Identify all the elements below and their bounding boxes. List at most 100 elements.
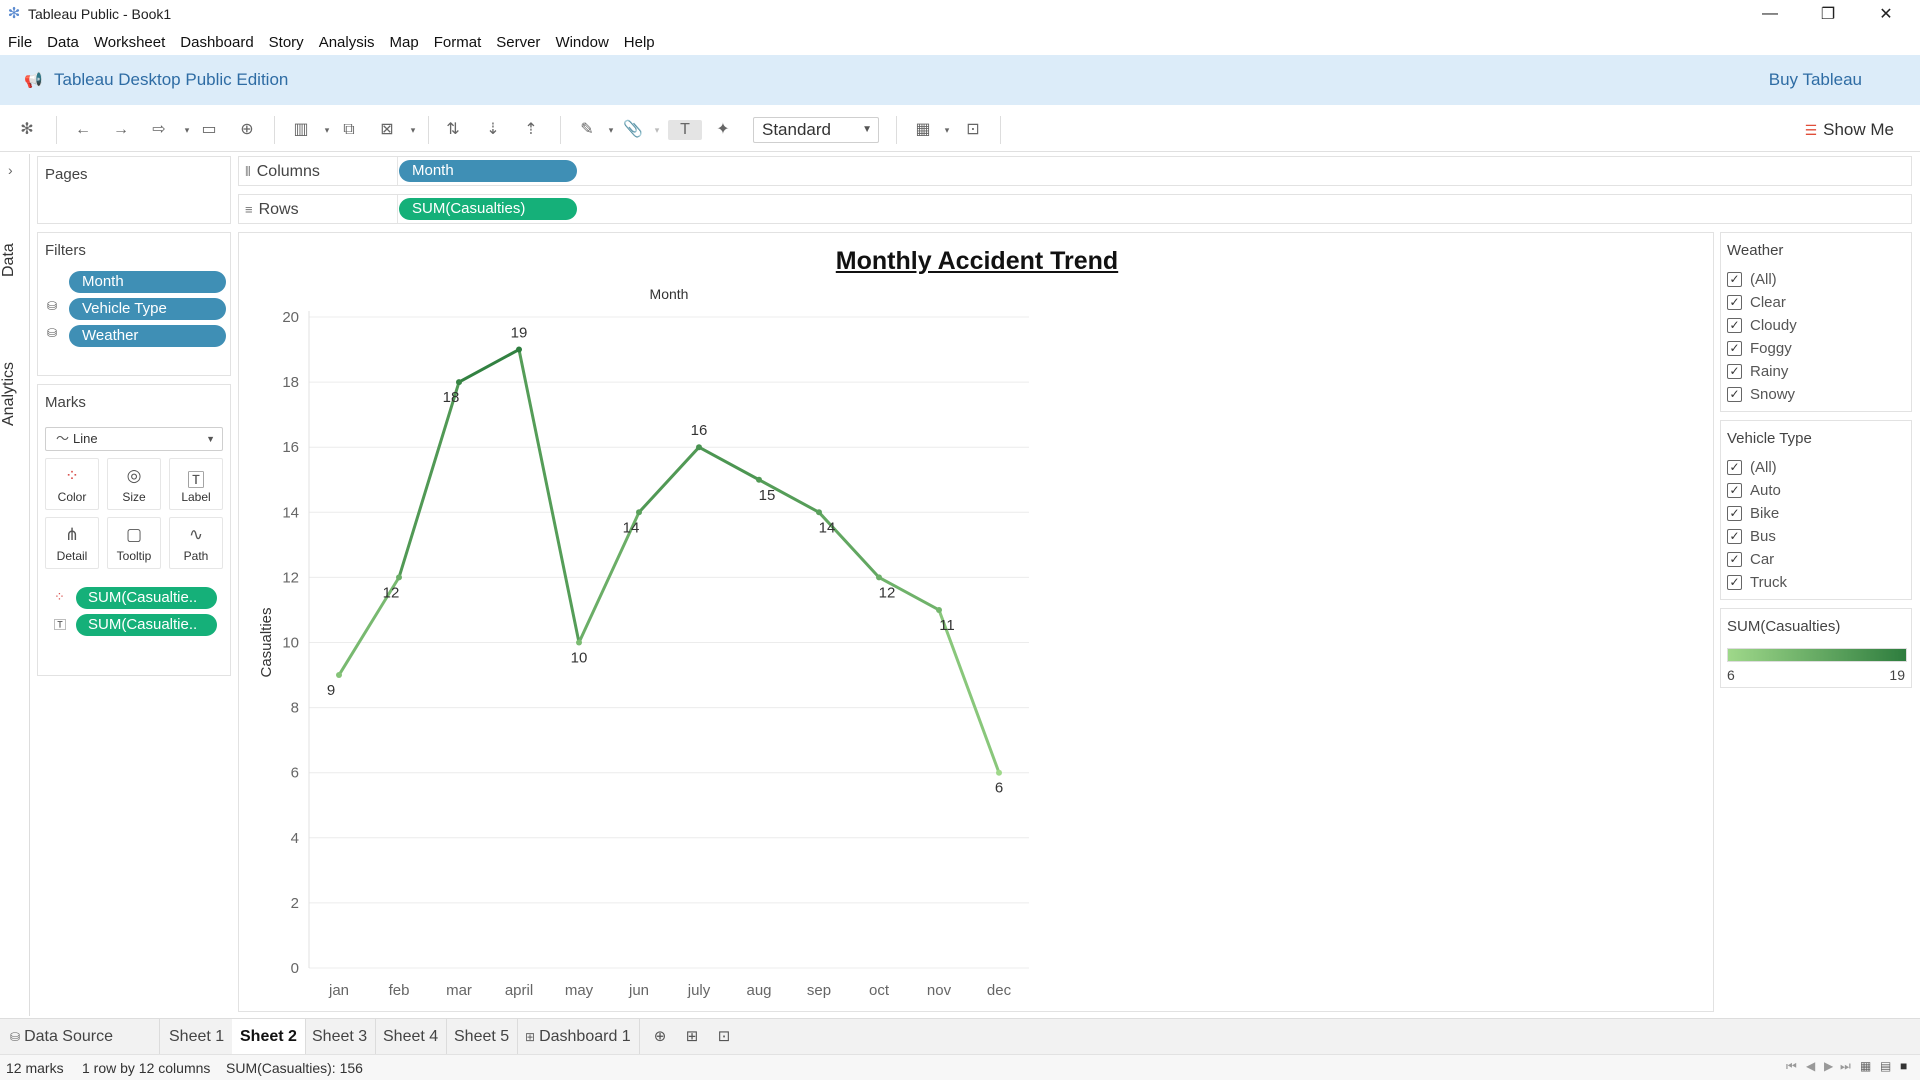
new-data-source-icon[interactable]: ⊕ xyxy=(236,120,258,140)
weather-option-snowy[interactable]: ✓ Snowy xyxy=(1727,384,1795,404)
highlight-dropdown-icon[interactable]: ▾ xyxy=(600,120,622,140)
replay-icon[interactable]: ⇨ xyxy=(148,120,170,140)
columns-shelf[interactable]: ⦀ Columns Month xyxy=(238,156,1912,186)
vehicle-option-all[interactable]: ✓ (All) xyxy=(1727,457,1777,477)
show-cards-icon[interactable]: ▦ xyxy=(912,120,934,140)
undo-icon[interactable]: ← xyxy=(72,120,94,140)
filter-pill-vehicle-type[interactable]: Vehicle Type xyxy=(69,298,226,320)
marks-title: Marks xyxy=(45,394,86,411)
weather-option-rainy[interactable]: ✓ Rainy xyxy=(1727,361,1788,381)
first-sheet-icon[interactable]: ⏮ xyxy=(1786,1059,1797,1074)
show-cards-dropdown-icon[interactable]: ▾ xyxy=(936,120,958,140)
fit-select[interactable]: Standard ▼ xyxy=(753,117,879,143)
tab-sheet-5[interactable]: Sheet 5 xyxy=(446,1019,519,1055)
new-worksheet-tab-icon[interactable]: ⊕ xyxy=(649,1027,671,1047)
menu-format[interactable]: Format xyxy=(434,34,482,51)
swap-icon[interactable]: ⇅ xyxy=(442,120,464,140)
presentation-mode-icon[interactable]: ⊡ xyxy=(962,120,984,140)
new-dashboard-tab-icon[interactable]: ⊞ xyxy=(681,1027,703,1047)
show-me-button[interactable]: ☰ Show Me xyxy=(1805,120,1894,140)
menu-dashboard[interactable]: Dashboard xyxy=(180,34,253,51)
new-worksheet-icon[interactable]: ▥ xyxy=(290,120,312,140)
menu-file[interactable]: File xyxy=(8,34,32,51)
menu-server[interactable]: Server xyxy=(496,34,540,51)
label-button[interactable]: 🅃 Label xyxy=(169,458,223,510)
tab-data-source[interactable]: ⛁ Data Source xyxy=(0,1019,160,1055)
menu-help[interactable]: Help xyxy=(624,34,655,51)
show-labels-icon[interactable]: T xyxy=(668,120,702,140)
filter-pill-weather[interactable]: Weather xyxy=(69,325,226,347)
tableau-home-icon[interactable]: ✻ xyxy=(16,120,38,140)
vehicle-option-auto[interactable]: ✓ Auto xyxy=(1727,480,1781,500)
tab-sheet-4[interactable]: Sheet 4 xyxy=(375,1019,448,1055)
menu-analysis[interactable]: Analysis xyxy=(319,34,375,51)
new-story-tab-icon[interactable]: ⊡ xyxy=(713,1027,735,1047)
filmstrip-icon[interactable]: ▤ xyxy=(1880,1059,1891,1073)
next-sheet-icon[interactable]: ▶ xyxy=(1824,1059,1833,1073)
minimize-button[interactable]: — xyxy=(1742,0,1798,28)
buy-tableau-link[interactable]: Buy Tableau xyxy=(1769,70,1862,90)
replay-dropdown-icon[interactable]: ▾ xyxy=(176,120,198,140)
option-label: Bike xyxy=(1750,504,1780,522)
columns-pill-month[interactable]: Month xyxy=(399,160,577,182)
new-worksheet-dropdown-icon[interactable]: ▾ xyxy=(316,120,338,140)
path-button[interactable]: ∿ Path xyxy=(169,517,223,569)
vehicle-option-bike[interactable]: ✓ Bike xyxy=(1727,503,1779,523)
menu-data[interactable]: Data xyxy=(47,34,79,51)
highlight-icon[interactable]: ✎ xyxy=(576,120,598,140)
redo-icon[interactable]: → xyxy=(110,120,132,140)
sort-ascending-icon[interactable]: ⇣ xyxy=(482,120,504,140)
sort-descending-icon[interactable]: ⇡ xyxy=(520,120,542,140)
clear-sheet-icon[interactable]: ⊠ xyxy=(376,120,398,140)
shelf-divider xyxy=(397,195,398,223)
tab-dashboard-1[interactable]: ⊞ Dashboard 1 xyxy=(517,1019,640,1055)
tab-sheet-3[interactable]: Sheet 3 xyxy=(304,1019,377,1055)
sheet-sorter-icon[interactable]: ▦ xyxy=(1860,1059,1871,1073)
restore-button[interactable]: ❐ xyxy=(1800,0,1856,28)
vehicle-option-bus[interactable]: ✓ Bus xyxy=(1727,526,1776,546)
line-chart[interactable]: 0 2 4 6 8 10 12 14 16 18 20 Month Casualties jan feb ma… xyxy=(239,233,1709,1003)
tab-sheet-1[interactable]: Sheet 1 xyxy=(161,1019,234,1055)
weather-option-cloudy[interactable]: ✓ Cloudy xyxy=(1727,315,1797,335)
menu-story[interactable]: Story xyxy=(269,34,304,51)
show-me-icon: ☰ xyxy=(1804,121,1818,138)
marks-field-label-pill[interactable]: SUM(Casualtie.. xyxy=(76,614,217,636)
mark-type-select[interactable]: 〜 Line ▼ xyxy=(45,427,223,451)
color-button[interactable]: ⁘ Color xyxy=(45,458,99,510)
group-icon[interactable]: 📎 xyxy=(622,120,644,140)
vehicle-option-car[interactable]: ✓ Car xyxy=(1727,549,1774,569)
previous-sheet-icon[interactable]: ◀ xyxy=(1806,1059,1815,1073)
rows-pill-sum-casualties[interactable]: SUM(Casualties) xyxy=(399,198,577,220)
status-bar: 12 marks 1 row by 12 columns SUM(Casualt… xyxy=(0,1054,1920,1080)
tabs-view-icon[interactable]: ■ xyxy=(1900,1059,1907,1073)
detail-button[interactable]: ⋔ Detail xyxy=(45,517,99,569)
tab-sheet-2[interactable]: Sheet 2 xyxy=(232,1019,306,1055)
last-sheet-icon[interactable]: ⏭ xyxy=(1840,1059,1851,1074)
save-icon[interactable]: ▭ xyxy=(198,120,220,140)
clear-dropdown-icon[interactable]: ▾ xyxy=(402,120,424,140)
weather-option-all[interactable]: ✓ (All) xyxy=(1727,269,1777,289)
marks-field-color-pill[interactable]: SUM(Casualtie.. xyxy=(76,587,217,609)
menu-window[interactable]: Window xyxy=(555,34,608,51)
menu-worksheet[interactable]: Worksheet xyxy=(94,34,165,51)
data-pane-tab[interactable]: Data xyxy=(0,230,30,290)
color-gradient-bar xyxy=(1727,648,1907,662)
close-button[interactable]: ✕ xyxy=(1858,0,1914,28)
data-label: 12 xyxy=(879,584,896,601)
menu-map[interactable]: Map xyxy=(390,34,419,51)
rows-shelf[interactable]: ≡ Rows SUM(Casualties) xyxy=(238,194,1912,224)
analytics-pane-tab[interactable]: Analytics xyxy=(0,334,30,454)
weather-option-foggy[interactable]: ✓ Foggy xyxy=(1727,338,1792,358)
expand-pane-icon[interactable]: › xyxy=(8,162,13,178)
pin-icon[interactable]: ✦ xyxy=(712,120,734,140)
tooltip-button[interactable]: ▢ Tooltip xyxy=(107,517,161,569)
weather-option-clear[interactable]: ✓ Clear xyxy=(1727,292,1786,312)
vehicle-option-truck[interactable]: ✓ Truck xyxy=(1727,572,1787,592)
filter-pill-month[interactable]: Month xyxy=(69,271,226,293)
data-point xyxy=(816,509,822,516)
detail-label: Detail xyxy=(56,549,88,563)
size-button[interactable]: ◎ Size xyxy=(107,458,161,510)
data-point xyxy=(576,639,582,646)
duplicate-icon[interactable]: ⧉ xyxy=(338,120,360,140)
group-dropdown-icon[interactable]: ▾ xyxy=(646,120,668,140)
